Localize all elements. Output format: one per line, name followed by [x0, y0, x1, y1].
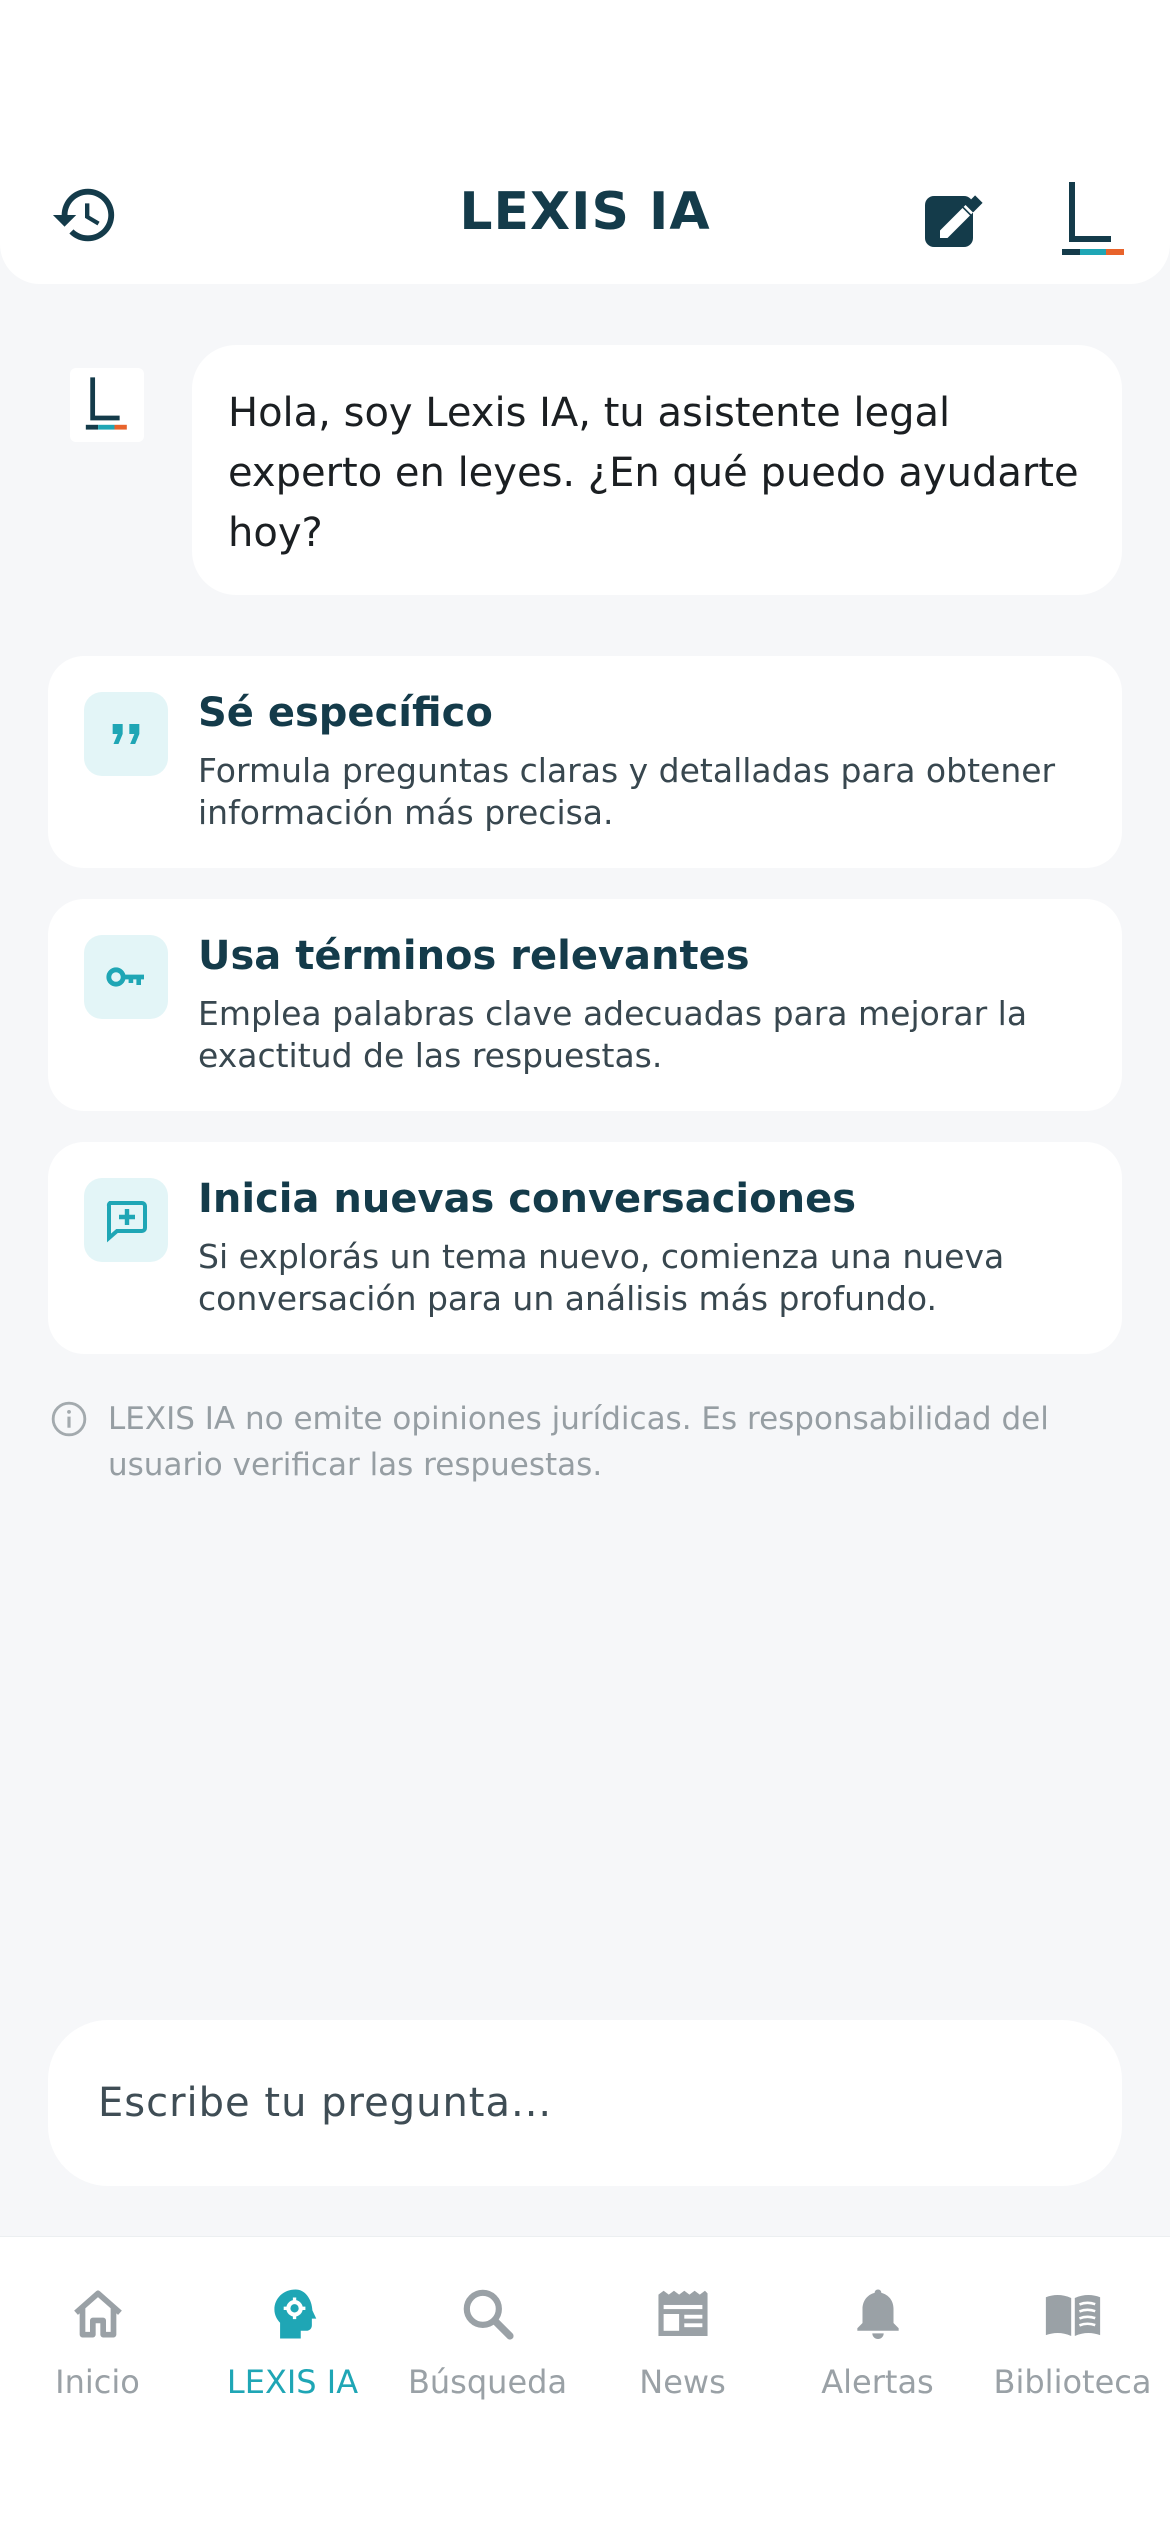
tip-description: Si explorás un tema nuevo, comienza una …: [198, 1237, 1005, 1318]
nav-label: Alertas: [821, 2363, 934, 2401]
nav-item-biblioteca[interactable]: Biblioteca: [975, 2279, 1170, 2409]
nav-item-news[interactable]: News: [585, 2279, 780, 2409]
status-bar-area: [0, 0, 1170, 150]
tip-card-new-conversations: Inicia nuevas conversaciones Si explorás…: [48, 1142, 1122, 1354]
tip-title: Sé específico: [198, 690, 493, 736]
ai-head-icon: [273, 2289, 316, 2339]
lexis-logo-icon: [1062, 182, 1124, 255]
nav-label: LEXIS IA: [226, 2363, 359, 2401]
add-comment-icon: [106, 1201, 147, 1243]
newspaper-icon: [657, 2290, 708, 2336]
nav-item-lexis-ia[interactable]: LEXIS IA: [195, 2279, 390, 2409]
edit-icon: [925, 195, 983, 247]
quote-icon: [112, 724, 140, 744]
key-icon: [106, 967, 144, 987]
tip-card-terms: Usa términos relevantes Emplea palabras …: [48, 899, 1122, 1111]
nav-item-busqueda[interactable]: Búsqueda: [390, 2279, 585, 2409]
bell-icon: [856, 2289, 899, 2340]
nav-label: Inicio: [55, 2363, 140, 2401]
disclaimer-text: LEXIS IA no emite opiniones jurídicas. E…: [108, 1401, 1049, 1483]
bottom-navigation: Inicio LEXIS IA Búsqueda News Alertas Bi…: [0, 2236, 1170, 2533]
home-icon: [73, 2290, 122, 2338]
question-composer: [48, 2020, 1122, 2186]
tip-card-specific: Sé específico Formula preguntas claras y…: [48, 656, 1122, 868]
nav-label: Biblioteca: [993, 2363, 1152, 2401]
lexis-logo-icon: [85, 377, 127, 430]
book-icon: [1045, 2294, 1100, 2336]
tip-description: Formula preguntas claras y detalladas pa…: [198, 751, 1056, 832]
tip-icon-container: [84, 935, 168, 1019]
nav-label: News: [639, 2363, 726, 2401]
tip-icon-container: [84, 1178, 168, 1262]
app-header: LEXIS IA: [0, 150, 1170, 284]
tip-icon-container: [84, 692, 168, 776]
nav-item-inicio[interactable]: Inicio: [0, 2279, 195, 2409]
new-chat-button[interactable]: [905, 170, 1005, 270]
profile-logo-button[interactable]: [1050, 170, 1140, 270]
assistant-avatar: [70, 368, 144, 442]
tip-title: Usa términos relevantes: [198, 933, 750, 979]
nav-label: Búsqueda: [407, 2363, 568, 2401]
tip-description: Emplea palabras clave adecuadas para mej…: [198, 994, 1028, 1075]
question-input[interactable]: [96, 2079, 1074, 2127]
assistant-message-bubble: Hola, soy Lexis IA, tu asistente legal e…: [192, 345, 1122, 595]
search-icon: [463, 2289, 514, 2340]
info-icon: [51, 1401, 87, 1437]
tip-title: Inicia nuevas conversaciones: [198, 1176, 857, 1222]
nav-item-alertas[interactable]: Alertas: [780, 2279, 975, 2409]
